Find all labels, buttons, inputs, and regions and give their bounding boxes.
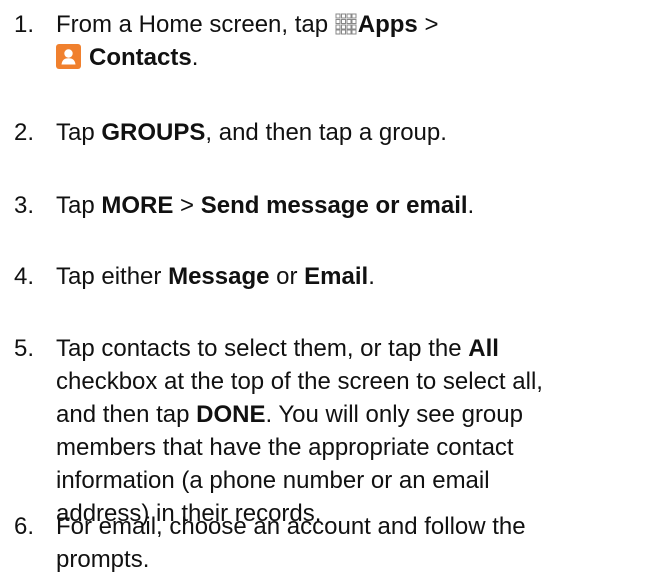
more-label: MORE: [101, 192, 174, 219]
step-line: Tap contacts to select them, or tap the …: [56, 332, 641, 365]
apps-label: Apps: [357, 11, 418, 38]
groups-label: GROUPS: [101, 119, 206, 146]
step-number: 2.: [14, 119, 35, 146]
separator: >: [424, 11, 439, 38]
step-number: 6.: [14, 513, 35, 540]
step-line: For email, choose an account and follow …: [56, 513, 526, 540]
step-line: and then tap DONE. You will only see gro…: [56, 398, 641, 431]
step-plain-text: From a Home screen, tap: [56, 11, 329, 38]
step-plain-text: Tap contacts to select them, or tap the: [56, 335, 462, 362]
step-number: 5.: [14, 335, 35, 362]
apps-grid-icon: [335, 13, 357, 35]
step-plain-text: , and then tap a group.: [205, 119, 447, 146]
send-message-label: Send message or email: [200, 192, 468, 219]
message-label: Message: [168, 263, 270, 290]
contacts-person-icon: [56, 44, 81, 69]
done-label: DONE: [196, 401, 266, 428]
step-end: .: [467, 192, 475, 219]
all-label: All: [468, 335, 499, 362]
step-text: Tap MORE > Send message or email.: [56, 189, 641, 222]
step-end: .: [191, 44, 199, 71]
step-plain-text: Tap either: [56, 263, 162, 290]
step-plain-text: . You will only see group: [265, 401, 523, 428]
step-plain-text: or: [276, 263, 298, 290]
step-number: 4.: [14, 263, 35, 290]
email-label: Email: [304, 263, 369, 290]
step-text: From a Home screen, tap Apps > Contacts.: [56, 8, 641, 74]
step-line: checkbox at the top of the screen to sel…: [56, 368, 543, 395]
step-line: information (a phone number or an email: [56, 467, 490, 494]
step-text: Tap GROUPS, and then tap a group.: [56, 116, 641, 149]
step-line: prompts.: [56, 546, 150, 573]
step-line: members that have the appropriate contac…: [56, 434, 514, 461]
step-text: Tap either Message or Email.: [56, 260, 641, 293]
contacts-label: Contacts: [89, 44, 192, 71]
step-plain-text: Tap: [56, 119, 95, 146]
step-plain-text: and then tap: [56, 401, 190, 428]
step-number: 1.: [14, 11, 35, 38]
step-text: For email, choose an account and follow …: [56, 510, 641, 576]
separator: >: [180, 192, 195, 219]
step-number: 3.: [14, 192, 35, 219]
step-line: From a Home screen, tap Apps >: [56, 8, 641, 41]
step-line: Contacts.: [56, 41, 641, 74]
step-end: .: [368, 263, 375, 290]
step-text: Tap contacts to select them, or tap the …: [56, 332, 641, 530]
step-plain-text: Tap: [56, 192, 95, 219]
